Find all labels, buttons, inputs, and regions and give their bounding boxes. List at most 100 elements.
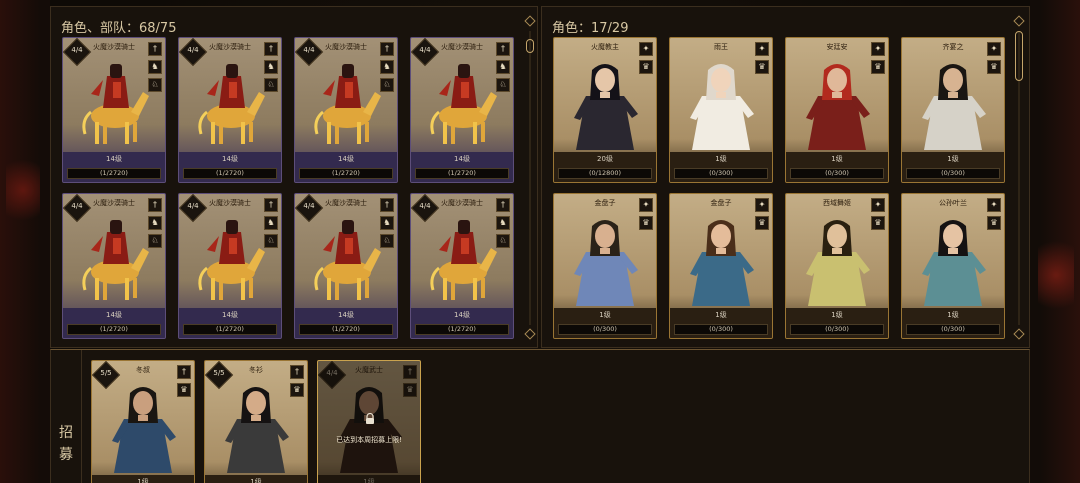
sword-icon[interactable]: † xyxy=(496,42,510,56)
fire-knight-portrait xyxy=(198,64,265,144)
dice-icon[interactable]: ✦ xyxy=(755,198,769,212)
card-level: 1级 xyxy=(715,311,727,319)
sword-icon[interactable]: † xyxy=(264,42,278,56)
horse-icon[interactable]: ♘ xyxy=(264,78,278,92)
hero-card[interactable]: 金盘子 ✦ ♛ 1级 (0/300) xyxy=(553,193,657,339)
recruit-limit-text: 已达到本周招募上限! xyxy=(336,436,402,444)
hero-card[interactable]: 齐宴之 ✦ ♛ 1级 (0/300) xyxy=(901,37,1005,183)
card-level: 1级 xyxy=(947,311,959,319)
scroll-thumb[interactable] xyxy=(1015,31,1023,81)
troop-card[interactable]: 火魔沙漠骑士 4/4 † ♞ ♘ 14级 (1/2720) xyxy=(178,37,282,183)
card-exp-bar: (0/300) xyxy=(906,168,1000,179)
troop-card[interactable]: 火魔沙漠骑士 4/4 † ♞ ♘ 14级 (1/2720) xyxy=(294,37,398,183)
card-level: 1级 xyxy=(137,478,149,483)
armor-icon[interactable]: ♞ xyxy=(264,60,278,74)
troop-card[interactable]: 火魔沙漠骑士 4/4 † ♞ ♘ 14级 (1/2720) xyxy=(410,193,514,339)
armor-icon[interactable]: ♛ xyxy=(755,216,769,230)
recruit-label: 招募 xyxy=(59,425,73,463)
armor-icon[interactable]: ♞ xyxy=(148,60,162,74)
character-portrait xyxy=(806,64,870,150)
card-exp-bar: (1/2720) xyxy=(183,168,277,179)
armor-icon[interactable]: ♞ xyxy=(496,60,510,74)
horse-icon[interactable]: ♘ xyxy=(148,234,162,248)
sword-icon[interactable]: † xyxy=(380,198,394,212)
armor-icon[interactable]: ♛ xyxy=(871,60,885,74)
hero-card[interactable]: 金盘子 ✦ ♛ 1级 (0/300) xyxy=(669,193,773,339)
card-exp-bar: (1/2720) xyxy=(299,324,393,335)
sword-icon[interactable]: † xyxy=(290,365,304,379)
armor-icon[interactable]: ♞ xyxy=(380,60,394,74)
character-portrait xyxy=(574,64,638,150)
lock-icon xyxy=(366,413,374,424)
character-portrait xyxy=(922,64,986,150)
fire-knight-portrait xyxy=(314,220,381,300)
armor-icon[interactable]: ♛ xyxy=(639,60,653,74)
horse-icon[interactable]: ♘ xyxy=(496,78,510,92)
armor-icon[interactable]: ♛ xyxy=(871,216,885,230)
character-portrait xyxy=(806,220,870,306)
armor-icon[interactable]: ♞ xyxy=(148,216,162,230)
dice-icon[interactable]: ✦ xyxy=(871,42,885,56)
hero-card[interactable]: 公孙叶兰 ✦ ♛ 1级 (0/300) xyxy=(901,193,1005,339)
horse-icon[interactable]: ♘ xyxy=(148,78,162,92)
card-exp-bar: (0/300) xyxy=(674,324,768,335)
game-inventory-screen: 角色、部队：68/75 火魔沙漠骑士 4/4 † ♞ ♘ 14级 (1/2720) 火魔沙漠骑… xyxy=(0,0,1080,483)
dice-icon[interactable]: ✦ xyxy=(987,198,1001,212)
horse-icon[interactable]: ♘ xyxy=(380,78,394,92)
dice-icon[interactable]: ✦ xyxy=(639,198,653,212)
armor-icon[interactable]: ♛ xyxy=(987,216,1001,230)
armor-icon[interactable]: ♞ xyxy=(496,216,510,230)
sword-icon[interactable]: † xyxy=(380,42,394,56)
dice-icon[interactable]: ✦ xyxy=(987,42,1001,56)
card-exp-bar: (1/2720) xyxy=(67,168,161,179)
troop-card[interactable]: 火魔沙漠骑士 4/4 † ♞ ♘ 14级 (1/2720) xyxy=(62,193,166,339)
troop-card[interactable]: 火魔沙漠骑士 4/4 † ♞ ♘ 14级 (1/2720) xyxy=(294,193,398,339)
hero-card[interactable]: 西域舞姬 ✦ ♛ 1级 (0/300) xyxy=(785,193,889,339)
heroes-scrollbar[interactable] xyxy=(1013,15,1025,340)
unit-count: 4/4 xyxy=(303,202,315,210)
sword-icon[interactable]: † xyxy=(148,198,162,212)
card-exp-bar: (0/300) xyxy=(906,324,1000,335)
horse-icon[interactable]: ♘ xyxy=(380,234,394,248)
sword-icon[interactable]: † xyxy=(148,42,162,56)
card-exp-bar: (0/300) xyxy=(790,324,884,335)
recruit-card[interactable]: 冬衫 5/5 † ♛ 1级 xyxy=(204,360,308,483)
troop-card[interactable]: 火魔沙漠骑士 4/4 † ♞ ♘ 14级 (1/2720) xyxy=(178,193,282,339)
horse-icon[interactable]: ♘ xyxy=(264,234,278,248)
dice-icon[interactable]: ✦ xyxy=(755,42,769,56)
troop-card[interactable]: 火魔沙漠骑士 4/4 † ♞ ♘ 14级 (1/2720) xyxy=(410,37,514,183)
armor-icon[interactable]: ♞ xyxy=(380,216,394,230)
scroll-thumb[interactable] xyxy=(526,39,534,53)
character-portrait xyxy=(922,220,986,306)
dice-icon[interactable]: ✦ xyxy=(871,198,885,212)
sword-icon[interactable]: † xyxy=(177,365,191,379)
card-level: 1级 xyxy=(831,155,843,163)
hero-card[interactable]: 火魔教主 ✦ ♛ 20级 (0/12800) xyxy=(553,37,657,183)
unit-count: 4/4 xyxy=(419,46,431,54)
card-level: 14级 xyxy=(454,311,470,319)
armor-icon[interactable]: ♛ xyxy=(755,60,769,74)
unit-count: 4/4 xyxy=(303,46,315,54)
recruit-card[interactable]: 冬叔 5/5 † ♛ 1级 xyxy=(91,360,195,483)
troops-scrollbar[interactable] xyxy=(524,15,536,340)
armor-icon[interactable]: ♛ xyxy=(290,383,304,397)
sword-icon[interactable]: † xyxy=(496,198,510,212)
armor-icon[interactable]: ♛ xyxy=(639,216,653,230)
card-exp-bar: (0/300) xyxy=(558,324,652,335)
card-level: 14级 xyxy=(338,155,354,163)
dice-icon[interactable]: ✦ xyxy=(639,42,653,56)
troop-card[interactable]: 火魔沙漠骑士 4/4 † ♞ ♘ 14级 (1/2720) xyxy=(62,37,166,183)
character-portrait xyxy=(574,220,638,306)
card-exp-bar: (1/2720) xyxy=(67,324,161,335)
hero-card[interactable]: 雨王 ✦ ♛ 1级 (0/300) xyxy=(669,37,773,183)
right-background-edge xyxy=(1030,0,1080,483)
armor-icon[interactable]: ♞ xyxy=(264,216,278,230)
fire-knight-portrait xyxy=(430,64,497,144)
horse-icon[interactable]: ♘ xyxy=(496,234,510,248)
sword-icon[interactable]: † xyxy=(264,198,278,212)
armor-icon[interactable]: ♛ xyxy=(987,60,1001,74)
recruit-card[interactable]: 火魔武士4/4†♛1级已达到本周招募上限! xyxy=(317,360,421,483)
card-exp-bar: (1/2720) xyxy=(299,168,393,179)
armor-icon[interactable]: ♛ xyxy=(177,383,191,397)
hero-card[interactable]: 安廷安 ✦ ♛ 1级 (0/300) xyxy=(785,37,889,183)
